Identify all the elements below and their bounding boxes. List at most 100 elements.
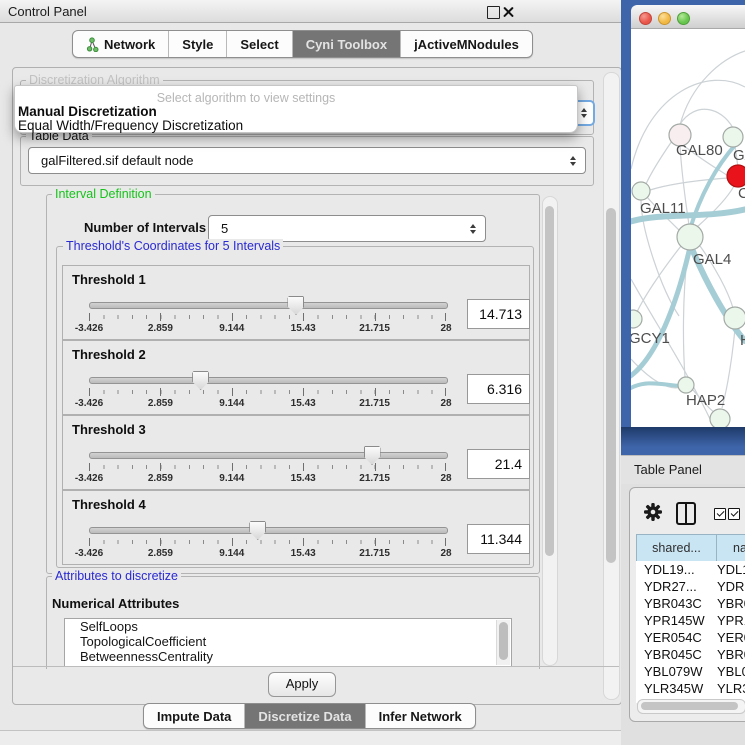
gear-icon[interactable] xyxy=(644,503,662,521)
slider-track[interactable] xyxy=(89,452,448,459)
tab-style[interactable]: Style xyxy=(169,31,227,57)
slider-track[interactable] xyxy=(89,527,448,534)
node-label-gal4: GAL4 xyxy=(693,251,731,268)
checkbox-icon[interactable] xyxy=(714,508,726,520)
threshold-1-slider[interactable] xyxy=(89,296,446,314)
tab-impute-data[interactable]: Impute Data xyxy=(144,704,245,728)
threshold-4-panel: Threshold 4 -3.4262.8599.14415.4321.7152… xyxy=(62,490,530,565)
scrollbar-thumb[interactable] xyxy=(545,206,554,556)
split-pane-icon[interactable] xyxy=(676,502,696,525)
window-minimize-traffic-light[interactable] xyxy=(658,12,671,25)
table-row[interactable]: YLR345WYLR3 xyxy=(636,680,745,697)
cell-name: YDR2 xyxy=(717,578,745,595)
tick-label: 21.715 xyxy=(359,548,390,559)
tick-label: 28 xyxy=(440,323,451,334)
node-label-gal80: GAL80 xyxy=(676,142,723,159)
window-close-traffic-light[interactable] xyxy=(639,12,652,25)
table-row[interactable]: YPR145WYPR1 xyxy=(636,612,745,629)
table-row[interactable]: YER054CYER0 xyxy=(636,629,745,646)
tab-select[interactable]: Select xyxy=(227,31,292,57)
table-row[interactable]: YDR27...YDR2 xyxy=(636,578,745,595)
panel-title: Control Panel xyxy=(8,4,87,19)
tab-select-label: Select xyxy=(240,37,278,52)
threshold-2-value-field[interactable]: 6.316 xyxy=(467,374,530,404)
algorithm-option-equal-width[interactable]: Equal Width/Frequency Discretization xyxy=(18,118,243,133)
slider-track[interactable] xyxy=(89,302,448,309)
cyni-mode-tabs: Impute Data Discretize Data Infer Networ… xyxy=(143,703,476,729)
number-of-intervals-combo[interactable]: 5 xyxy=(208,215,486,242)
cell-shared: YLR345W xyxy=(644,680,703,697)
node-gal11[interactable] xyxy=(632,182,650,200)
float-window-icon[interactable] xyxy=(487,6,500,19)
combo-stepper-icon xyxy=(570,156,585,166)
window-zoom-traffic-light[interactable] xyxy=(677,12,690,25)
table-row[interactable]: YBR045CYBR0 xyxy=(636,646,745,663)
combo-stepper-icon xyxy=(470,224,485,234)
tab-discretize-data-label: Discretize Data xyxy=(258,709,351,724)
threshold-2-slider[interactable] xyxy=(89,371,446,389)
cell-name: YBR0 xyxy=(717,646,745,663)
threshold-4-value-field[interactable]: 11.344 xyxy=(467,524,530,554)
interval-definition-label: Interval Definition xyxy=(52,187,155,201)
threshold-1-value-field[interactable]: 14.713 xyxy=(467,299,530,329)
node-gal4[interactable] xyxy=(677,224,703,250)
checkbox-icon[interactable] xyxy=(728,508,740,520)
column-header-name[interactable]: na xyxy=(716,534,745,562)
cell-shared: YDL19... xyxy=(644,561,695,578)
threshold-3-value-field[interactable]: 21.4 xyxy=(467,449,530,479)
tick-label: 15.43 xyxy=(291,548,316,559)
list-item-betweennesscentrality[interactable]: BetweennessCentrality xyxy=(65,649,511,664)
table-row[interactable]: YBR043CYBR0 xyxy=(636,595,745,612)
scrollbar-thumb[interactable] xyxy=(641,702,738,710)
slider-scale: -3.4262.8599.14415.4321.71528 xyxy=(89,463,446,487)
tick-label: -3.426 xyxy=(75,473,103,484)
node-label-partial-low: H xyxy=(740,332,745,349)
table-row[interactable]: YBL079WYBL0 xyxy=(636,663,745,680)
tick-label: 15.43 xyxy=(291,473,316,484)
threshold-3-slider[interactable] xyxy=(89,446,446,464)
node-bottom[interactable] xyxy=(710,409,730,427)
list-item-topologicalcoefficient[interactable]: TopologicalCoefficient xyxy=(65,634,511,649)
numerical-attributes-label: Numerical Attributes xyxy=(52,596,179,611)
tab-cyni-toolbox[interactable]: Cyni Toolbox xyxy=(293,31,401,57)
node-gcy1[interactable] xyxy=(631,310,642,328)
scrollbar-thumb[interactable] xyxy=(606,208,616,563)
node-right-h[interactable] xyxy=(724,307,745,329)
tick-label: 9.144 xyxy=(219,398,244,409)
arrow-up-icon xyxy=(581,108,587,112)
list-scrollbar[interactable] xyxy=(496,620,510,665)
node-top-right[interactable] xyxy=(723,127,743,147)
apply-button[interactable]: Apply xyxy=(268,672,336,697)
node-red[interactable] xyxy=(727,165,745,187)
table-data-combo[interactable]: galFiltered.sif default node xyxy=(28,147,586,174)
scrollbar-thumb[interactable] xyxy=(499,622,508,660)
algorithm-popup-hint: Select algorithm to view settings xyxy=(15,91,477,105)
algorithm-option-manual[interactable]: Manual Discretization xyxy=(18,104,157,119)
tab-jactivemnodules[interactable]: jActiveMNodules xyxy=(401,31,532,57)
control-panel-titlebar: Control Panel xyxy=(0,0,621,23)
list-item-selfloops[interactable]: SelfLoops xyxy=(65,619,511,634)
tab-network[interactable]: Network xyxy=(73,31,169,57)
network-canvas[interactable]: GAL80 GA C GAL11 GAL4 GCY1 H HAP2 xyxy=(631,29,745,427)
slider-track[interactable] xyxy=(89,377,448,384)
node-hap2[interactable] xyxy=(678,377,694,393)
threshold-1-panel: Threshold 1 -3.4262.8599.14415.4321.7152… xyxy=(62,265,530,340)
column-header-shared[interactable]: shared... xyxy=(636,534,717,562)
tick-label: 2.859 xyxy=(148,323,173,334)
tick-label: 28 xyxy=(440,473,451,484)
close-icon[interactable] xyxy=(503,6,514,17)
tick-label: 2.859 xyxy=(148,473,173,484)
tick-label: 2.859 xyxy=(148,398,173,409)
tab-discretize-data[interactable]: Discretize Data xyxy=(245,704,365,728)
settings-scrollbar[interactable] xyxy=(542,196,558,666)
status-strip xyxy=(0,731,621,745)
tick-label: 2.859 xyxy=(148,548,173,559)
table-horizontal-scrollbar[interactable] xyxy=(637,699,745,714)
tab-infer-network[interactable]: Infer Network xyxy=(366,704,475,728)
cell-shared: YBR043C xyxy=(644,595,702,612)
panel-scrollbar[interactable] xyxy=(603,72,620,700)
threshold-4-slider[interactable] xyxy=(89,521,446,539)
table-row[interactable]: YDL19... YDL1 xyxy=(636,561,745,578)
tab-impute-data-label: Impute Data xyxy=(157,709,231,724)
cell-name: YDL1 xyxy=(717,561,745,578)
